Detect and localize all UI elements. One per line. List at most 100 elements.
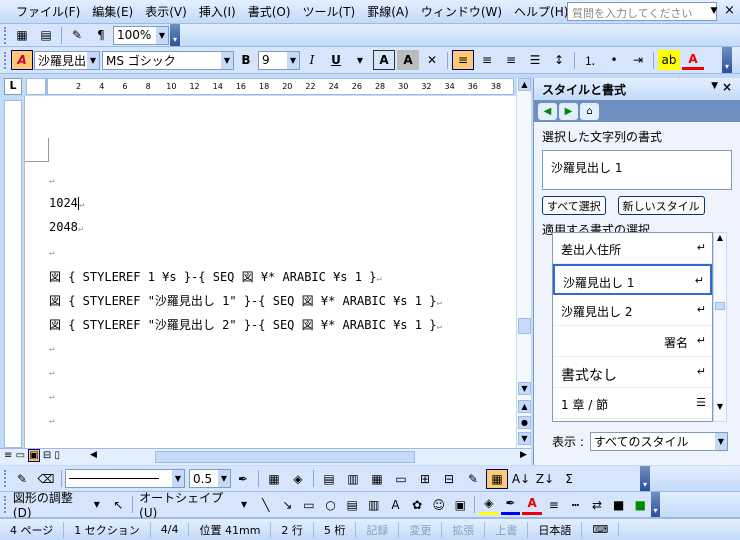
menu-help[interactable]: ヘルプ(H) — [508, 3, 574, 20]
status-item[interactable]: 変更 — [399, 521, 443, 538]
autoshape-menu-button[interactable]: オートシェイプ(U) — [136, 489, 233, 520]
outline-view-icon[interactable]: ⊟ — [43, 450, 51, 461]
menu-window[interactable]: ウィンドウ(W) — [415, 3, 508, 20]
style-list-item[interactable]: 書式なし ↵ — [553, 357, 712, 388]
horizontal-ruler[interactable]: 2 4 6 8 10 12 14 16 18 20 22 24 26 28 30 32 34 36 38 — [26, 78, 514, 95]
document-line[interactable]: 2048↵ — [49, 220, 83, 234]
oval-icon[interactable]: ○ — [321, 495, 341, 515]
toolbar-options-icon[interactable]: ▾ — [651, 492, 660, 517]
char-shading-icon[interactable]: A — [397, 50, 419, 70]
help-dropdown-icon[interactable]: ▼ — [708, 2, 720, 21]
chevron-down-icon[interactable]: ▼ — [172, 470, 184, 487]
toolbar-options-icon[interactable]: ▾ — [170, 24, 180, 46]
scroll-down-icon[interactable]: ▼ — [518, 382, 531, 395]
3d-icon[interactable]: ■ — [630, 495, 650, 515]
select-all-button[interactable]: すべて選択 — [542, 196, 606, 215]
chevron-down-icon[interactable]: ▼ — [87, 495, 107, 515]
distribute-cols-icon[interactable]: ⊟ — [438, 469, 460, 489]
align-right-icon[interactable]: ≡ — [500, 50, 522, 70]
indent-marker-icon[interactable] — [45, 79, 48, 95]
close-icon[interactable]: × — [722, 80, 732, 94]
style-list-item[interactable]: 1 章 / 節 ☰ — [553, 388, 712, 419]
insert-table-icon[interactable]: ▤ — [318, 469, 340, 489]
char-scale-icon[interactable]: ✕ — [421, 50, 443, 70]
style-list-item[interactable]: 署名 ↵ — [553, 326, 712, 357]
next-page-icon[interactable]: ▼ — [518, 432, 531, 445]
web-view-icon[interactable]: ▭ — [16, 450, 25, 461]
chevron-down-icon[interactable]: ▼ — [218, 470, 230, 487]
menu-view[interactable]: 表示(V) — [139, 3, 193, 20]
vertical-scrollbar[interactable]: ▲ ▼ ▲ ● ▼ — [516, 78, 531, 448]
align-left-icon[interactable]: ≡ — [452, 50, 474, 70]
toolbar-grip[interactable] — [4, 496, 7, 513]
prev-page-icon[interactable]: ▲ — [518, 400, 531, 413]
shadow-icon[interactable]: ■ — [609, 495, 629, 515]
vertical-ruler[interactable] — [4, 100, 22, 448]
drawing-icon[interactable]: ✎ — [66, 25, 88, 45]
style-list-item[interactable]: 沙羅見出し 1 ↵ — [553, 264, 712, 295]
menu-tools[interactable]: ツール(T) — [297, 3, 362, 20]
document-line[interactable]: 図 { STYLEREF "沙羅見出し 1" }-{ SEQ 図 ¥* ARAB… — [49, 292, 442, 309]
document-line[interactable]: ↵ — [49, 172, 54, 186]
wordart-icon[interactable]: A — [386, 495, 406, 515]
document-line[interactable]: ↵ — [49, 388, 54, 402]
autosum-icon[interactable]: Σ — [558, 469, 580, 489]
scroll-up-icon[interactable]: ▲ — [518, 78, 531, 91]
table-icon[interactable]: ▦ — [11, 25, 33, 45]
justify-icon[interactable]: ☰ — [524, 50, 546, 70]
line-icon[interactable]: ╲ — [256, 495, 276, 515]
excel-icon[interactable]: ▤ — [35, 25, 57, 45]
chevron-down-icon[interactable]: ▼ — [156, 26, 168, 44]
status-item[interactable]: 拡張 — [442, 521, 486, 538]
current-style-box[interactable]: 沙羅見出し 1 — [542, 150, 732, 190]
arrow-icon[interactable]: ↘ — [278, 495, 298, 515]
back-icon[interactable]: ◀ — [538, 102, 557, 120]
scroll-right-icon[interactable]: ▶ — [520, 450, 527, 460]
arrow-style-icon[interactable]: ⇄ — [587, 495, 607, 515]
shading-icon[interactable]: ◈ — [287, 469, 309, 489]
document-line[interactable]: 図 { STYLEREF "沙羅見出し 2" }-{ SEQ 図 ¥* ARAB… — [49, 316, 442, 333]
document-page[interactable]: ↵ 1024↵ 2048↵ ↵ 図 { STYLEREF 1 ¥s }-{ SEQ 図 … — [24, 96, 516, 448]
border-color-icon[interactable]: ✒ — [232, 469, 254, 489]
horizontal-scrollbar[interactable]: ≡ ▭ ▣ ⊟ ▯ ◀ ▶ — [0, 448, 531, 465]
show-select[interactable]: すべてのスタイル ▼ — [589, 432, 728, 451]
chevron-down-icon[interactable]: ▼ — [221, 51, 233, 69]
help-search-input[interactable]: 質問を入力してください — [567, 2, 717, 21]
bullets-icon[interactable]: • — [603, 50, 625, 70]
style-select[interactable]: 沙羅見出し ▼ — [34, 50, 100, 70]
eraser-icon[interactable]: ⌫ — [35, 469, 57, 489]
merge-cells-icon[interactable]: ▥ — [342, 469, 364, 489]
textbox-icon[interactable]: ▤ — [342, 495, 362, 515]
italic-icon[interactable]: I — [301, 50, 323, 70]
toolbar-options-icon[interactable]: ▾ — [722, 47, 732, 73]
chevron-down-icon[interactable]: ▼ — [287, 51, 299, 69]
pane-menu-icon[interactable]: ▼ — [711, 81, 718, 91]
styles-pane-icon[interactable]: A — [11, 50, 33, 70]
line-weight-icon[interactable]: ≡ — [544, 495, 564, 515]
print-view-icon[interactable]: ▣ — [28, 449, 40, 462]
document-line[interactable]: 1024↵ — [49, 196, 84, 210]
font-select[interactable]: MS ゴシック ▼ — [102, 50, 234, 70]
document-map-icon[interactable]: ¶ — [90, 25, 112, 45]
align-cell-icon[interactable]: ▭ — [390, 469, 412, 489]
draw-menu-button[interactable]: 図形の調整(D) — [10, 489, 86, 520]
document-line[interactable]: ↵ — [49, 412, 54, 426]
picture-icon[interactable]: ▣ — [451, 495, 471, 515]
toolbar-grip[interactable] — [4, 26, 7, 44]
scroll-down-icon[interactable]: ▼ — [714, 402, 726, 411]
show-gridlines-icon[interactable]: ▦ — [486, 468, 508, 489]
scroll-up-icon[interactable]: ▲ — [714, 233, 726, 242]
chevron-down-icon[interactable]: ▼ — [234, 495, 254, 515]
style-list-item[interactable]: 沙羅見出し 2 ↵ — [553, 295, 712, 326]
numbering-icon[interactable]: ⒈ — [579, 50, 601, 70]
menu-edit[interactable]: 編集(E) — [86, 3, 139, 20]
rectangle-icon[interactable]: ▭ — [299, 495, 319, 515]
close-document-icon[interactable]: × — [724, 3, 735, 18]
toolbar-grip[interactable] — [4, 470, 7, 487]
line-color-icon[interactable]: ✒ — [500, 495, 521, 515]
fill-color-icon[interactable]: ◈ — [479, 495, 499, 515]
toolbar-options-icon[interactable]: ▾ — [640, 466, 650, 491]
font-color-icon[interactable]: A — [682, 50, 704, 70]
menu-file[interactable]: ファイル(F) — [10, 3, 86, 20]
sort-desc-icon[interactable]: Z↓ — [534, 469, 556, 489]
